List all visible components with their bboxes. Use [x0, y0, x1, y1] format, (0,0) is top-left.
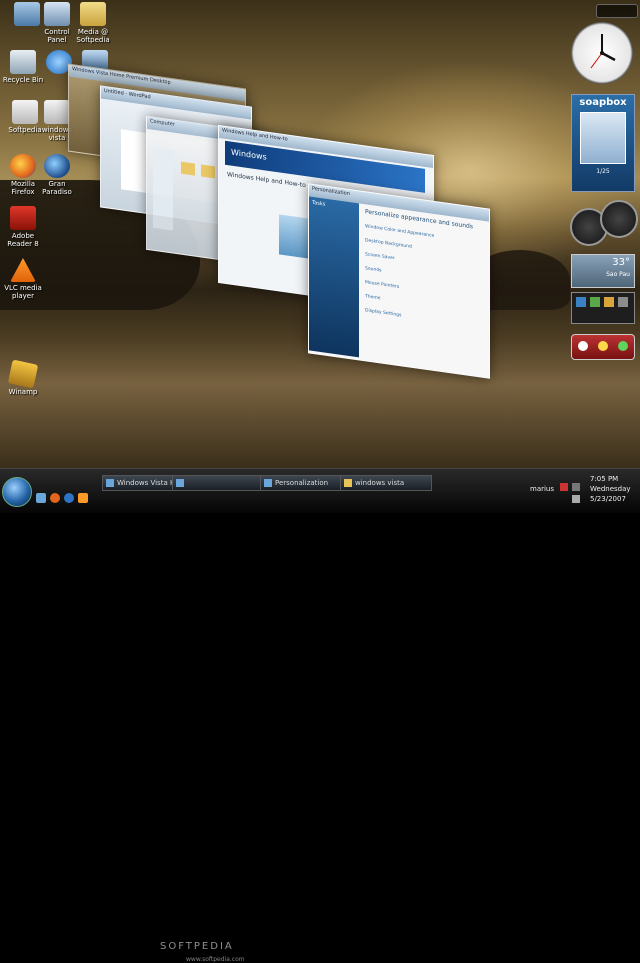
- taskbar-button-label: Personalization: [275, 479, 329, 487]
- folder-icon: [201, 164, 215, 179]
- launcher-icon[interactable]: [590, 297, 600, 307]
- launcher-icon[interactable]: [618, 297, 628, 307]
- tray-time[interactable]: 7:05 PM: [590, 475, 618, 483]
- soapbox-page: 1/25: [596, 168, 610, 175]
- personalization-list: Window Color and Appearance Desktop Back…: [365, 220, 434, 328]
- gran-paradiso-icon: [44, 154, 70, 178]
- adobe-reader-icon: [10, 206, 36, 230]
- desktop-icon-label: Winamp: [8, 388, 38, 396]
- user-name[interactable]: marius: [530, 485, 554, 493]
- taskbar-button-label: windows vista: [355, 479, 405, 487]
- taskbar-button[interactable]: Personalization: [260, 475, 352, 491]
- desktop-icon-label: VLC media player: [4, 284, 42, 300]
- desktop-icon-label: Control Panel: [44, 28, 70, 44]
- security-icon[interactable]: [560, 483, 568, 491]
- watermark-url: www.softpedia.com: [186, 956, 245, 963]
- volume-icon[interactable]: [572, 495, 580, 503]
- recycle-bin-icon: [10, 50, 36, 74]
- soapbox-title: soapbox: [579, 97, 627, 108]
- winamp-icon: [7, 359, 39, 389]
- network-icon[interactable]: [572, 483, 580, 491]
- vlc-icon: [10, 258, 36, 282]
- window-icon: [106, 479, 114, 487]
- indicator-icon: [578, 341, 588, 351]
- firefox-icon: [10, 154, 36, 178]
- vlc-quicklaunch-icon[interactable]: [78, 493, 88, 503]
- desktop-icon-label: Gran Paradiso: [42, 180, 72, 196]
- soapbox-video-thumbnail[interactable]: [580, 112, 626, 164]
- nav-pane: [153, 147, 173, 231]
- taskbar: Windows Vista Ho... Personalization wind…: [0, 468, 640, 963]
- control-panel-icon: [44, 2, 70, 26]
- clock-face-icon: [590, 34, 616, 69]
- sidebar-gadgets: soapbox 1/25 33° Sao Pau: [566, 0, 640, 468]
- start-button[interactable]: [2, 477, 32, 507]
- personalization-icon: [264, 479, 272, 487]
- weather-gadget[interactable]: 33° Sao Pau: [571, 254, 635, 288]
- gauge-icon: [600, 200, 638, 238]
- window-icon: [176, 479, 184, 487]
- indicator-icon: [598, 341, 608, 351]
- folder-icon: [181, 161, 195, 176]
- weather-temp: 33°: [612, 257, 630, 268]
- cpu-meter-gadget: [568, 200, 638, 246]
- folder-icon: [80, 2, 106, 26]
- desktop-icon-vlc[interactable]: VLC media player: [0, 258, 46, 300]
- launcher-icon[interactable]: [604, 297, 614, 307]
- firefox-quicklaunch-icon[interactable]: [50, 493, 60, 503]
- desktop-icon-label: Media @ Softpedia: [76, 28, 110, 44]
- folder-icon: [344, 479, 352, 487]
- indicator-icon: [618, 341, 628, 351]
- tray-date: 5/23/2007: [590, 495, 626, 503]
- traffic-light-gadget[interactable]: [571, 334, 635, 360]
- launcher-icon[interactable]: [576, 297, 586, 307]
- desktop-icon-adobe-reader[interactable]: Adobe Reader 8: [0, 206, 46, 248]
- clock-gadget[interactable]: [571, 22, 633, 84]
- show-desktop-icon[interactable]: [36, 493, 46, 503]
- taskbar-button[interactable]: [172, 475, 272, 491]
- desktop-icon-label: Adobe Reader 8: [7, 232, 39, 248]
- soapbox-gadget[interactable]: soapbox 1/25: [571, 94, 635, 192]
- ie-quicklaunch-icon[interactable]: [64, 493, 74, 503]
- document-icon: [44, 100, 70, 124]
- system-tray: marius 7:05 PM Wednesday 5/23/2007: [530, 469, 640, 513]
- app-launcher-gadget[interactable]: [571, 292, 635, 324]
- weather-city: Sao Pau: [606, 271, 630, 278]
- desktop-icon-label: Recycle Bin: [2, 76, 44, 84]
- flip3d-window-personalization[interactable]: Personalization Tasks Personalize appear…: [308, 183, 490, 379]
- sidebar-controls[interactable]: [596, 4, 638, 18]
- tray-day: Wednesday: [590, 485, 631, 493]
- tasks-pane: Tasks: [309, 196, 359, 358]
- desktop-icon-gran-paradiso[interactable]: Gran Paradiso: [34, 154, 80, 196]
- desktop-icon-winamp[interactable]: Winamp: [0, 359, 46, 396]
- watermark: SOFTPEDIA: [160, 941, 234, 952]
- desktop-icon-media[interactable]: Media @ Softpedia: [70, 2, 116, 44]
- desktop-icon-label: Mozilla Firefox: [10, 180, 36, 196]
- taskbar-button[interactable]: windows vista: [340, 475, 432, 491]
